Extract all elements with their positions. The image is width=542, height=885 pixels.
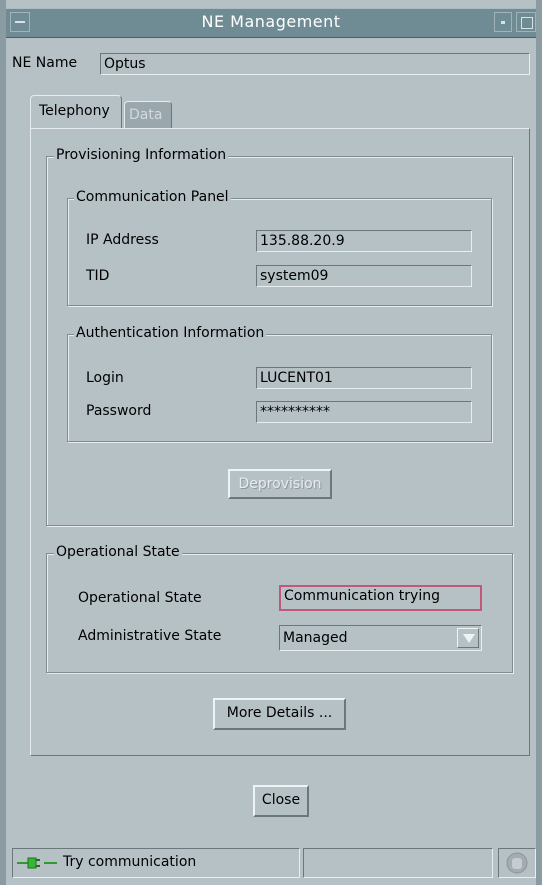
hand-icon xyxy=(506,852,528,878)
plug-icon xyxy=(17,856,57,870)
login-field[interactable]: LUCENT01 xyxy=(256,367,472,389)
login-label: Login xyxy=(86,370,124,386)
tab-data[interactable]: Data xyxy=(124,101,172,129)
ne-name-label: NE Name xyxy=(12,55,78,71)
communication-panel-title: Communication Panel xyxy=(74,189,231,205)
operational-state-group xyxy=(46,553,513,673)
status-message: Try communication xyxy=(63,854,197,870)
communication-panel-group xyxy=(67,198,492,306)
ne-name-field[interactable]: Optus xyxy=(100,53,530,75)
more-details-button[interactable]: More Details ... xyxy=(213,698,346,730)
administrative-state-select[interactable]: Managed xyxy=(279,625,482,651)
dropdown-arrow-icon[interactable] xyxy=(457,628,479,648)
authentication-title: Authentication Information xyxy=(74,325,267,341)
maximize-icon[interactable] xyxy=(516,12,536,32)
status-secondary-cell xyxy=(303,848,493,878)
busy-indicator-cell xyxy=(498,848,536,878)
tid-field[interactable]: system09 xyxy=(256,265,472,287)
password-label: Password xyxy=(86,403,152,419)
operational-state-label: Operational State xyxy=(78,590,202,606)
tab-telephony[interactable]: Telephony xyxy=(30,95,122,129)
title-bar[interactable]: NE Management xyxy=(6,8,536,38)
administrative-state-value: Managed xyxy=(283,630,348,646)
window-frame-left[interactable] xyxy=(0,0,6,885)
minimize-icon[interactable] xyxy=(494,12,512,32)
window-title: NE Management xyxy=(201,12,341,31)
close-button[interactable]: Close xyxy=(253,785,309,817)
ip-address-field[interactable]: 135.88.20.9 xyxy=(256,230,472,252)
password-field[interactable]: ********** xyxy=(256,401,472,423)
operational-state-group-title: Operational State xyxy=(54,544,182,560)
tid-label: TID xyxy=(86,268,110,284)
provisioning-group-title: Provisioning Information xyxy=(54,147,229,163)
deprovision-button[interactable]: Deprovision xyxy=(228,469,332,499)
status-message-cell: Try communication xyxy=(12,848,300,878)
ne-management-window: NE Management NE Name Optus Telephony Da… xyxy=(0,0,542,885)
window-frame-right[interactable] xyxy=(536,0,542,885)
ip-address-label: IP Address xyxy=(86,232,159,248)
administrative-state-label: Administrative State xyxy=(78,628,222,644)
operational-state-field[interactable]: Communication trying xyxy=(279,585,482,611)
